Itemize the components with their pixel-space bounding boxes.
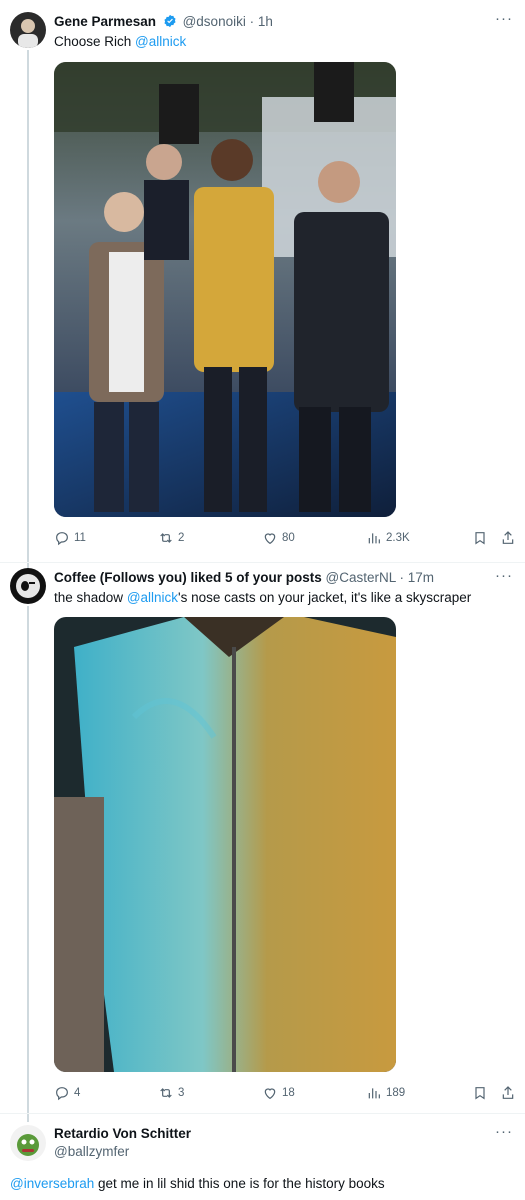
like-count: 18 [282,1087,295,1099]
repost-button[interactable]: 2 [158,530,184,546]
views-count: 2.3K [386,532,410,544]
reply-count: 4 [74,1087,81,1099]
share-icon [502,1086,514,1099]
repost-icon [160,1088,172,1098]
more-icon[interactable]: ··· [495,1123,513,1140]
views-count: 189 [386,1087,406,1099]
post-image[interactable] [54,62,396,517]
reply-count: 11 [74,532,86,544]
mention-link[interactable]: @inversebrah [10,1176,94,1191]
more-icon[interactable]: ··· [495,567,513,584]
author-name[interactable]: Retardio Von Schitter [54,1126,191,1141]
like-button[interactable]: 18 [262,1085,295,1101]
repost-button[interactable]: 3 [158,1085,184,1101]
reply-icon [56,532,68,546]
bookmark-button[interactable] [472,1085,488,1104]
views-icon [368,533,380,544]
post-2[interactable]: Coffee (Follows you) liked 5 of your pos… [0,562,525,1112]
post-image[interactable] [54,617,396,1072]
mention-link[interactable]: @allnick [127,590,178,605]
post-text: @inversebrah get me in lil shid this one… [10,1176,385,1191]
post-1[interactable]: Gene Parmesan @dsonoiki · 1h ··· Choose … [0,0,525,560]
verified-badge-icon [164,14,176,28]
avatar[interactable] [10,12,46,48]
avatar[interactable] [10,568,46,604]
views-icon [368,1088,380,1099]
mention-link[interactable]: @allnick [135,34,186,49]
repost-icon [160,533,172,543]
author-name[interactable]: Coffee (Follows you) liked 5 of your pos… [54,570,322,585]
like-icon [264,1088,276,1100]
repost-count: 2 [178,532,185,544]
share-button[interactable] [500,530,516,549]
author-name[interactable]: Gene Parmesan [54,14,156,29]
reply-button[interactable]: 11 [54,530,86,546]
reply-button[interactable]: 4 [54,1085,80,1101]
views-button[interactable]: 189 [366,1085,405,1101]
avatar[interactable] [10,1125,46,1161]
post-time[interactable]: · 1h [250,14,273,29]
more-icon[interactable]: ··· [495,10,513,27]
post-time[interactable]: · 17m [400,570,435,585]
post-3[interactable]: Retardio Von Schitter @ballzymfer ··· @i… [0,1113,525,1200]
reply-icon [56,1087,68,1101]
share-button[interactable] [500,1085,516,1104]
bookmark-button[interactable] [472,530,488,549]
bookmark-icon [475,532,485,545]
views-button[interactable]: 2.3K [366,530,410,546]
post-text: the shadow @allnick's nose casts on your… [54,590,472,605]
like-count: 80 [282,532,295,544]
author-handle[interactable]: @dsonoiki [183,14,246,29]
bookmark-icon [475,1087,485,1100]
share-icon [502,531,514,544]
author-handle[interactable]: @ballzymfer [54,1144,129,1159]
author-handle[interactable]: @CasterNL [326,570,396,585]
like-button[interactable]: 80 [262,530,295,546]
post-text: Choose Rich @allnick [54,34,187,49]
like-icon [264,533,276,545]
repost-count: 3 [178,1087,185,1099]
